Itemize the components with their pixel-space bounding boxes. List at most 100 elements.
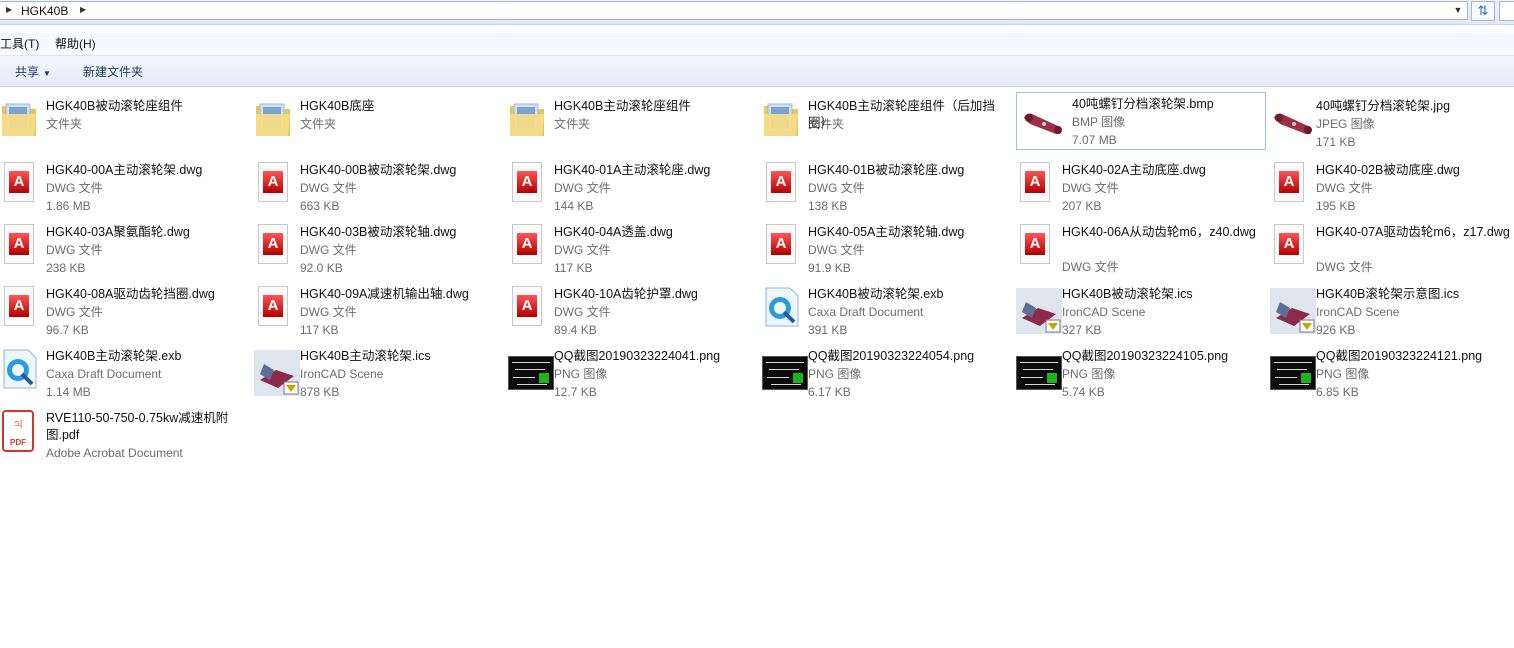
file-name: HGK40-03B被动滚轮轴.dwg (300, 225, 457, 239)
file-type: DWG 文件 (1062, 260, 1119, 274)
file-name: HGK40B底座 (300, 99, 375, 113)
file-size: 144 KB (554, 199, 594, 213)
file-type: IronCAD Scene (1316, 305, 1400, 319)
file-name: HGK40-03A聚氨酯轮.dwg (46, 225, 190, 239)
file-item[interactable]: A HGK40-09A减速机输出轴.dwg DWG 文件 117 KB (254, 280, 504, 338)
refresh-button[interactable]: ⇅ (1471, 1, 1495, 21)
file-name: HGK40-10A齿轮护罩.dwg (554, 287, 698, 301)
dwg-file-icon: A (1016, 224, 1056, 264)
file-item[interactable]: A HGK40-02B被动底座.dwg DWG 文件 195 KB (1270, 156, 1514, 214)
dwg-file-icon: A (0, 162, 40, 202)
file-type: DWG 文件 (46, 305, 103, 319)
ironcad-scene-icon (1270, 286, 1316, 334)
file-item[interactable]: HGK40B底座 文件夹 (254, 92, 504, 150)
file-item[interactable]: HGK40B主动滚轮架.exb Caxa Draft Document 1.14 M… (0, 342, 250, 400)
file-type: DWG 文件 (300, 305, 357, 319)
file-type: DWG 文件 (554, 181, 611, 195)
share-label: 共享 (15, 65, 40, 79)
file-item[interactable]: HGK40B被动滚轮架.ics IronCAD Scene 327 KB (1016, 280, 1266, 338)
dwg-file-icon: A (0, 286, 40, 326)
new-folder-button[interactable]: 新建文件夹 (83, 63, 143, 80)
file-size: 92.0 KB (300, 261, 343, 275)
file-name: QQ截图20190323224054.png (808, 349, 975, 363)
file-item[interactable]: HGK40B被动滚轮架.exb Caxa Draft Document 391 KB (762, 280, 1012, 338)
file-type: PNG 图像 (1316, 367, 1370, 381)
ironcad-scene-icon (1016, 286, 1062, 334)
file-item[interactable]: A HGK40-06A从动齿轮m6，z40.dwg DWG 文件 (1016, 218, 1266, 276)
folder-icon (0, 98, 40, 138)
dwg-file-icon: A (508, 224, 548, 264)
file-name: QQ截图20190323224105.png (1062, 349, 1229, 363)
file-item[interactable]: HGK40B主动滚轮座组件 文件夹 (508, 92, 758, 150)
file-item[interactable]: 40吨螺钉分档滚轮架.bmp BMP 图像 7.07 MB (1016, 92, 1266, 150)
file-item[interactable]: A HGK40-01B被动滚轮座.dwg DWG 文件 138 KB (762, 156, 1012, 214)
file-size: 117 KB (300, 323, 339, 337)
dwg-file-icon: A (0, 224, 40, 264)
dwg-file-icon: A (1270, 162, 1310, 202)
file-name: HGK40B被动滚轮架.ics (1062, 287, 1193, 301)
address-bar: ▶ HGK40B ▶ ▼ ⇅ (0, 0, 1514, 25)
share-button[interactable]: 共享 ▼ (15, 63, 51, 80)
file-item[interactable]: A HGK40-08A驱动齿轮挡圈.dwg DWG 文件 96.7 KB (0, 280, 250, 338)
file-size: 238 KB (46, 261, 86, 275)
chevron-right-icon[interactable]: ▶ (6, 5, 12, 14)
breadcrumb-segment[interactable]: HGK40B (21, 4, 68, 18)
chevron-right-icon[interactable]: ▶ (80, 5, 86, 14)
file-name: HGK40-05A主动滚轮轴.dwg (808, 225, 965, 239)
file-item[interactable]: A HGK40-03B被动滚轮轴.dwg DWG 文件 92.0 KB (254, 218, 504, 276)
search-input[interactable] (1499, 1, 1514, 21)
file-size: 91.9 KB (808, 261, 851, 275)
command-bar: 共享 ▼ 新建文件夹 (0, 55, 1514, 87)
menu-help[interactable]: 帮助(H) (55, 35, 96, 52)
file-name: HGK40B主动滚轮座组件 (554, 99, 691, 113)
dwg-file-icon: A (508, 162, 548, 202)
file-item[interactable]: A HGK40-00B被动滚轮架.dwg DWG 文件 663 KB (254, 156, 504, 214)
file-item[interactable]: 40吨螺钉分档滚轮架.jpg JPEG 图像 171 KB (1270, 92, 1514, 150)
file-item[interactable]: HGK40B滚轮架示意图.ics IronCAD Scene 926 KB (1270, 280, 1514, 338)
file-type: 文件夹 (46, 117, 83, 131)
file-item[interactable]: A HGK40-07A驱动齿轮m6，z17.dwg DWG 文件 (1270, 218, 1514, 276)
file-item[interactable]: HGK40B主动滚轮座组件（后加挡圈） 文件夹 (762, 92, 1012, 150)
chevron-down-icon[interactable]: ▼ (1451, 3, 1465, 18)
file-name: HGK40-07A驱动齿轮m6，z17.dwg (1316, 225, 1510, 239)
file-item[interactable]: HGK40B主动滚轮架.ics IronCAD Scene 878 KB (254, 342, 504, 400)
caxa-file-icon (762, 286, 802, 327)
file-size: 6.17 KB (808, 385, 851, 399)
file-type: 文件夹 (300, 117, 337, 131)
file-size: 5.74 KB (1062, 385, 1105, 399)
menu-bar: 工具(T) 帮助(H) (0, 33, 1514, 53)
folder-icon (254, 98, 294, 138)
file-name: 40吨螺钉分档滚轮架.bmp (1072, 97, 1214, 111)
file-item[interactable]: QQ截图20190323224121.png PNG 图像 6.85 KB (1270, 342, 1514, 400)
dwg-file-icon: A (254, 286, 294, 326)
file-size: 89.4 KB (554, 323, 597, 337)
file-size: 1.14 MB (46, 385, 91, 399)
file-type: 文件夹 (808, 117, 845, 131)
file-type: PNG 图像 (1062, 367, 1116, 381)
file-item[interactable]: HGK40B被动滚轮座组件 文件夹 (0, 92, 250, 150)
file-item[interactable]: QQ截图20190323224041.png PNG 图像 12.7 KB (508, 342, 758, 400)
file-item[interactable]: QQ截图20190323224054.png PNG 图像 6.17 KB (762, 342, 1012, 400)
file-item[interactable]: ♃ PDF RVE110-50-750-0.75kw减速机附图.pdf Adobe A… (0, 404, 250, 462)
menu-tools[interactable]: 工具(T) (0, 35, 39, 52)
file-item[interactable]: A HGK40-02A主动底座.dwg DWG 文件 207 KB (1016, 156, 1266, 214)
file-type: DWG 文件 (1316, 181, 1373, 195)
file-item[interactable]: A HGK40-01A主动滚轮座.dwg DWG 文件 144 KB (508, 156, 758, 214)
file-size: 96.7 KB (46, 323, 89, 337)
refresh-icon: ⇅ (1477, 3, 1489, 18)
file-name: HGK40-00A主动滚轮架.dwg (46, 163, 203, 177)
file-name: HGK40B被动滚轮架.exb (808, 287, 944, 301)
file-item[interactable]: QQ截图20190323224105.png PNG 图像 5.74 KB (1016, 342, 1266, 400)
file-item[interactable]: A HGK40-10A齿轮护罩.dwg DWG 文件 89.4 KB (508, 280, 758, 338)
file-type: 文件夹 (554, 117, 591, 131)
file-item[interactable]: A HGK40-05A主动滚轮轴.dwg DWG 文件 91.9 KB (762, 218, 1012, 276)
file-item[interactable]: A HGK40-03A聚氨酯轮.dwg DWG 文件 238 KB (0, 218, 250, 276)
file-type: JPEG 图像 (1316, 117, 1375, 131)
file-item[interactable]: A HGK40-04A透盖.dwg DWG 文件 117 KB (508, 218, 758, 276)
file-item[interactable]: A HGK40-00A主动滚轮架.dwg DWG 文件 1.86 MB (0, 156, 250, 214)
file-type: DWG 文件 (554, 243, 611, 257)
file-size: 195 KB (1316, 199, 1356, 213)
screenshot-thumbnail-icon (762, 348, 808, 390)
address-box[interactable]: ▶ HGK40B ▶ ▼ (0, 1, 1468, 20)
file-name: HGK40-01A主动滚轮座.dwg (554, 163, 711, 177)
